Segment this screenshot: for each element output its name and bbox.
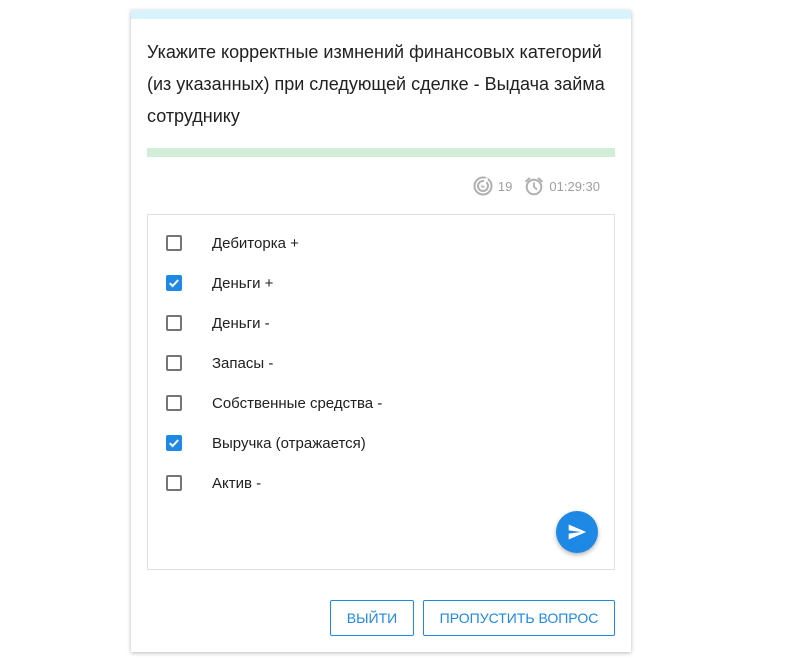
top-accent-strip [131,10,631,19]
answer-option-label: Запасы - [212,354,274,372]
target-icon [473,176,493,196]
checkbox[interactable] [166,235,182,251]
progress-bar [147,148,615,157]
answer-option[interactable]: Деньги - [148,303,614,343]
quiz-card: Укажите корректные измнений финансовых к… [131,10,631,652]
question-text: Укажите корректные измнений финансовых к… [147,42,605,126]
score-stat: 19 [473,176,512,196]
answer-option-label: Актив - [212,474,262,492]
answer-option-label: Собственные средства - [212,394,383,412]
answer-option-label: Дебиторка + [212,234,299,252]
answer-option-label: Деньги - [212,314,270,332]
answer-option[interactable]: Актив - [148,463,614,503]
progress-fill [147,148,615,157]
alarm-clock-icon [525,177,544,196]
checkbox[interactable] [166,475,182,491]
answer-options-panel: Дебиторка + Деньги + Деньги - Запасы - С… [147,214,615,570]
stats-bar: 19 01:29:30 [473,175,600,197]
skip-question-button[interactable]: ПРОПУСТИТЬ ВОПРОС [423,600,615,636]
checkbox[interactable] [166,395,182,411]
answer-option[interactable]: Собственные средства - [148,383,614,423]
answer-options-list: Дебиторка + Деньги + Деньги - Запасы - С… [148,223,614,503]
checkbox[interactable] [166,275,182,291]
answer-option[interactable]: Выручка (отражается) [148,423,614,463]
timer-stat: 01:29:30 [524,176,600,196]
checkbox[interactable] [166,435,182,451]
answer-option[interactable]: Запасы - [148,343,614,383]
checkmark-icon [169,439,179,448]
checkmark-icon [169,279,179,288]
answer-option[interactable]: Дебиторка + [148,223,614,263]
exit-button[interactable]: ВЫЙТИ [330,600,414,636]
submit-answer-button[interactable] [556,511,598,553]
checkbox[interactable] [166,315,182,331]
answer-option[interactable]: Деньги + [148,263,614,303]
answer-option-label: Выручка (отражается) [212,434,366,452]
answer-option-label: Деньги + [212,274,274,292]
timer-value: 01:29:30 [549,178,600,194]
checkbox[interactable] [166,355,182,371]
score-value: 19 [497,178,513,194]
send-icon [568,524,587,540]
